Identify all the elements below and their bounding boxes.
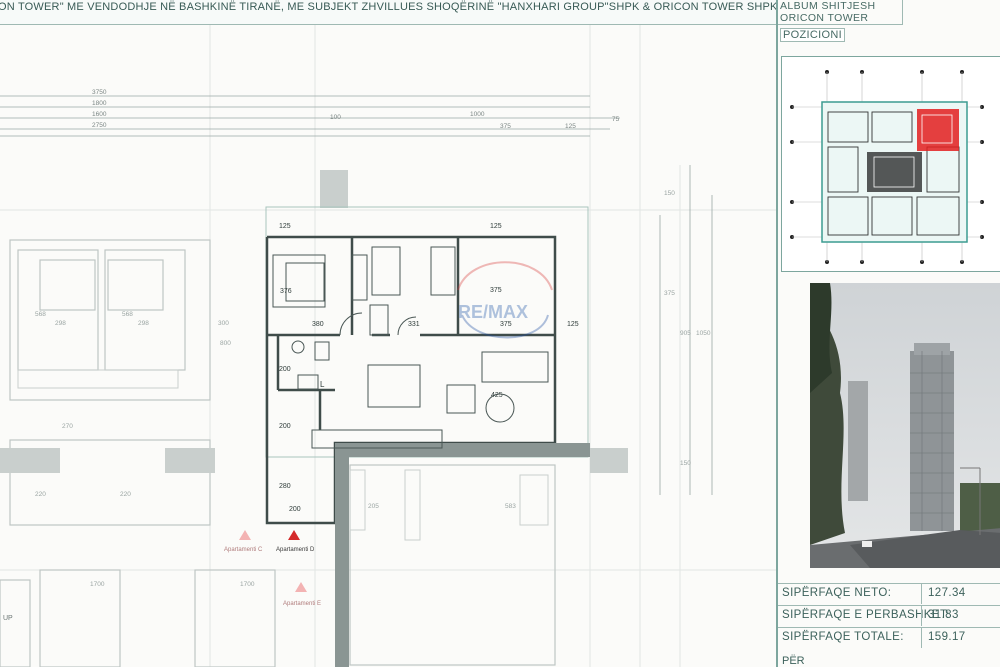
dim-label: 375 <box>500 123 511 130</box>
key-plan <box>781 56 1000 272</box>
dim-label: 800 <box>220 340 231 347</box>
dim-label: 3750 <box>92 89 107 96</box>
dim-label: 298 <box>138 320 149 327</box>
dim-label: 220 <box>35 491 46 498</box>
dim-label: 100 <box>330 114 341 121</box>
info-sidebar: ALBUM SHITJESH ORICON TOWER POZICIONI SI… <box>776 0 1000 667</box>
dim-label: 150 <box>680 460 691 467</box>
dim-label: 1800 <box>92 100 107 107</box>
dim-label: 1600 <box>92 111 107 118</box>
key-plan-drawing <box>790 70 984 264</box>
dim-label: 1050 <box>696 330 711 337</box>
dim-label: 905 <box>680 330 691 337</box>
album-line-1: ALBUM SHITJESH <box>780 0 876 12</box>
triangle-marker-icon <box>239 530 251 540</box>
dim-label: 75 <box>612 116 620 123</box>
apt-d-label: Apartamenti D <box>276 547 315 553</box>
dim-label: 125 <box>279 223 291 230</box>
dim-label: 298 <box>55 320 66 327</box>
remax-watermark: RE/MAX <box>458 302 528 322</box>
dim-label: 125 <box>567 321 579 328</box>
dim-label: 300 <box>218 320 229 327</box>
album-title: ALBUM SHITJESH ORICON TOWER <box>780 0 875 24</box>
triangle-marker-icon <box>288 530 300 540</box>
dim-label: 200 <box>289 506 301 513</box>
area-value: 31.83 <box>928 609 959 621</box>
dim-label: 125 <box>490 223 502 230</box>
dim-label: 1700 <box>240 581 255 588</box>
header-title: ON TOWER" ME VENDODHJE NË BASHKINË TIRAN… <box>0 1 778 13</box>
apt-c-label: Apartamenti C <box>224 547 263 553</box>
area-value: 159.17 <box>928 631 966 643</box>
up-label: UP <box>3 615 13 622</box>
dim-label: 270 <box>62 423 73 430</box>
dim-label: 568 <box>35 311 46 318</box>
dim-label: 331 <box>408 321 420 328</box>
area-row-perbashket: SIPËRFAQE E PERBASHKET: 31.83 <box>778 605 1000 626</box>
apartment-markers: Apartamenti C Apartamenti D Apartamenti … <box>3 530 321 622</box>
area-row-totale: SIPËRFAQE TOTALE: 159.17 <box>778 627 1000 648</box>
dim-label: 205 <box>368 503 379 510</box>
dim-label: 280 <box>279 483 291 490</box>
dim-label: 1700 <box>90 581 105 588</box>
dim-label: 583 <box>505 503 516 510</box>
area-label: SIPËRFAQE NETO: <box>782 587 892 599</box>
dim-label: 376 <box>280 288 292 295</box>
dim-label: 380 <box>312 321 324 328</box>
tower-photo <box>810 283 1000 568</box>
area-label: SIPËRFAQE TOTALE: <box>782 631 904 643</box>
per-label: PËR <box>782 655 805 667</box>
dim-label: 2750 <box>92 122 107 129</box>
dim-label: 375 <box>490 287 502 294</box>
area-row-neto: SIPËRFAQE NETO: 127.34 <box>778 583 1000 604</box>
wc-mark: L <box>320 380 325 389</box>
dim-label: 200 <box>279 423 291 430</box>
dim-label: 125 <box>565 123 576 130</box>
area-value: 127.34 <box>928 587 966 599</box>
dim-label: 1000 <box>470 111 485 118</box>
dim-label: 568 <box>122 311 133 318</box>
album-line-2: ORICON TOWER <box>780 12 869 24</box>
pozicioni-label: POZICIONI <box>780 28 845 42</box>
dim-label: 375 <box>664 290 675 297</box>
dim-label: 150 <box>664 190 675 197</box>
floor-plan: 3750 1800 1600 2750 1000 100 375 125 75 <box>0 25 776 667</box>
dim-label: 375 <box>500 321 512 328</box>
apt-e-label: Apartamenti E <box>283 601 321 607</box>
dim-label: 425 <box>491 392 503 399</box>
tower-photo-image <box>810 283 1000 568</box>
triangle-marker-icon <box>295 582 307 592</box>
document-header: ON TOWER" ME VENDODHJE NË BASHKINË TIRAN… <box>0 0 778 25</box>
dim-label: 220 <box>120 491 131 498</box>
floor-plan-drawing: 3750 1800 1600 2750 1000 100 375 125 75 <box>0 25 776 667</box>
dim-label: 200 <box>279 366 291 373</box>
